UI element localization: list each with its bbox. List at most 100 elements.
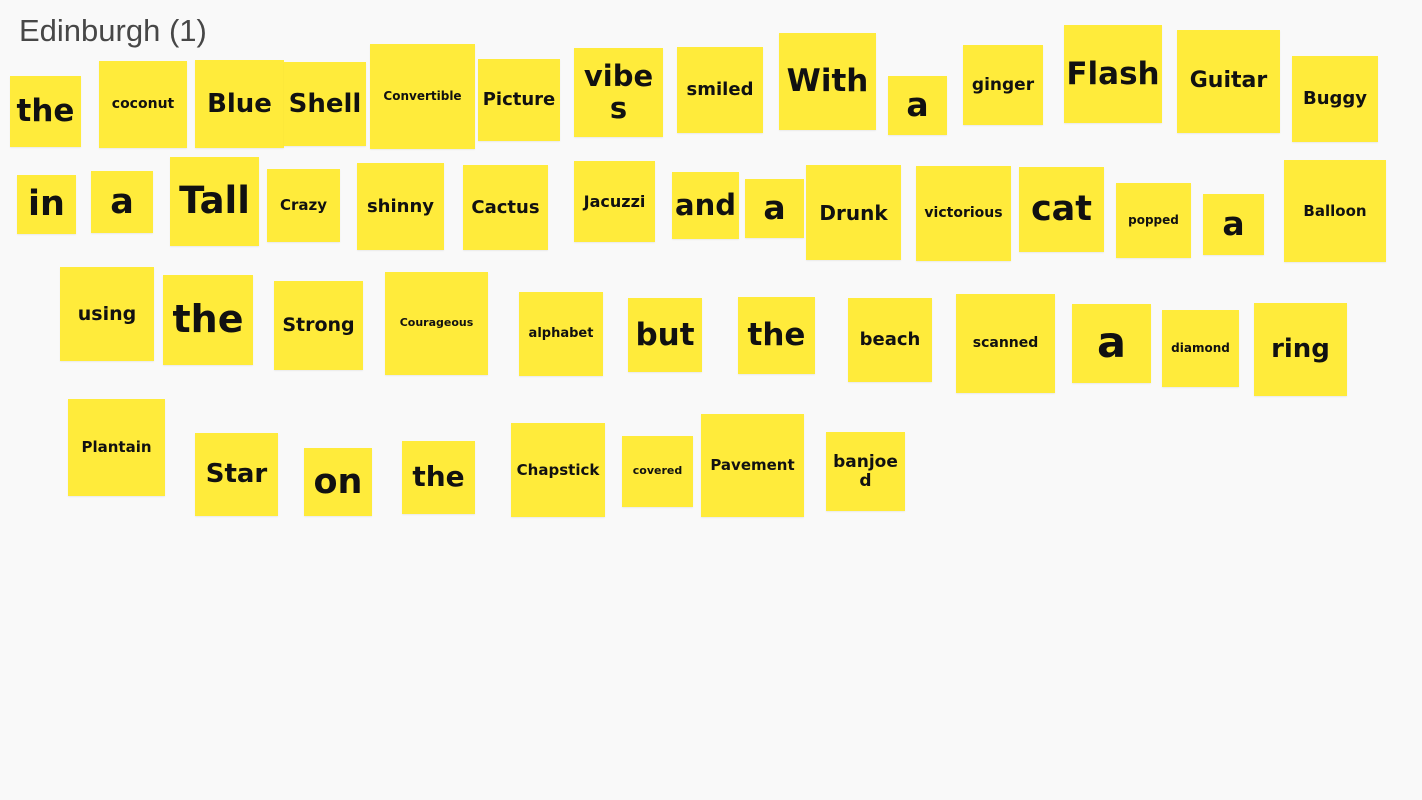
sticky-note-text: popped	[1128, 212, 1179, 227]
sticky-note-text: Star	[205, 459, 268, 490]
sticky-note-guitar[interactable]: Guitar	[1177, 30, 1280, 133]
sticky-note-text: in	[28, 184, 65, 225]
sticky-note-the-4[interactable]: the	[402, 441, 475, 514]
sticky-note-text: ginger	[971, 74, 1035, 95]
sticky-note-text: a	[110, 181, 134, 222]
sticky-note-drunk[interactable]: Drunk	[806, 165, 901, 260]
sticky-note-plantain[interactable]: Plantain	[68, 399, 165, 496]
sticky-note-ginger[interactable]: ginger	[963, 45, 1043, 125]
sticky-note-text: Strong	[282, 314, 355, 337]
sticky-note-star[interactable]: Star	[195, 433, 278, 516]
sticky-note-ring[interactable]: ring	[1254, 303, 1347, 396]
sticky-note-text: vibes	[583, 58, 654, 125]
sticky-note-flash[interactable]: Flash	[1064, 25, 1162, 123]
sticky-note-beach[interactable]: beach	[848, 298, 932, 382]
sticky-note-smiled[interactable]: smiled	[677, 47, 763, 133]
sticky-note-shell[interactable]: Shell	[284, 62, 366, 146]
sticky-note-text: the	[172, 297, 244, 342]
sticky-note-popped[interactable]: popped	[1116, 183, 1191, 258]
sticky-note-text: the	[747, 317, 806, 354]
sticky-note-courageous[interactable]: Courageous	[385, 272, 488, 375]
sticky-note-blue[interactable]: Blue	[195, 60, 284, 148]
sticky-note-a-2[interactable]: a	[91, 171, 153, 233]
sticky-note-text: Jacuzzi	[583, 191, 646, 211]
sticky-note-covered[interactable]: covered	[622, 436, 693, 507]
sticky-note-text: coconut	[111, 95, 175, 112]
sticky-note-crazy[interactable]: Crazy	[267, 169, 340, 242]
sticky-note-chapstick[interactable]: Chapstick	[511, 423, 605, 517]
sticky-note-the-2[interactable]: the	[163, 275, 253, 365]
sticky-note-text: alphabet	[528, 325, 594, 341]
sticky-note-text: Picture	[482, 89, 556, 111]
sticky-note-text: the	[412, 460, 465, 494]
sticky-note-picture[interactable]: Picture	[478, 59, 560, 141]
sticky-note-text: Balloon	[1303, 201, 1367, 220]
board-title: Edinburgh (1)	[19, 13, 207, 48]
sticky-note-balloon[interactable]: Balloon	[1284, 160, 1386, 262]
sticky-note-text: ring	[1271, 334, 1330, 365]
sticky-note-the-3[interactable]: the	[738, 297, 815, 374]
sticky-note-text: beach	[859, 329, 921, 351]
sticky-note-and[interactable]: and	[672, 172, 739, 239]
sticky-note-victorious[interactable]: victorious	[916, 166, 1011, 261]
sticky-note-but[interactable]: but	[628, 298, 702, 372]
sticky-note-shinny[interactable]: shinny	[357, 163, 444, 250]
sticky-note-using[interactable]: using	[60, 267, 154, 361]
sticky-note-alphabet[interactable]: alphabet	[519, 292, 603, 376]
sticky-note-a-4[interactable]: a	[1203, 194, 1264, 255]
sticky-note-the-1[interactable]: the	[10, 76, 81, 147]
sticky-note-text: Tall	[179, 179, 250, 223]
sticky-note-text: but	[635, 316, 695, 353]
sticky-note-diamond[interactable]: diamond	[1162, 310, 1239, 387]
sticky-note-strong[interactable]: Strong	[274, 281, 363, 370]
sticky-note-a-1[interactable]: a	[888, 76, 947, 135]
sticky-note-text: Chapstick	[516, 460, 600, 479]
sticky-note-text: and	[675, 187, 736, 222]
sticky-note-text: Blue	[207, 88, 272, 119]
sticky-note-cactus[interactable]: Cactus	[463, 165, 548, 250]
sticky-note-tall[interactable]: Tall	[170, 157, 259, 246]
sticky-note-text: Courageous	[399, 316, 474, 330]
sticky-note-text: smiled	[686, 79, 754, 101]
sticky-note-text: banjoed	[833, 451, 898, 491]
sticky-note-text: Shell	[288, 88, 362, 119]
sticky-note-on[interactable]: on	[304, 448, 372, 516]
sticky-note-text: Buggy	[1302, 88, 1368, 110]
sticky-note-text: Cactus	[471, 196, 540, 218]
sticky-note-a-3[interactable]: a	[745, 179, 804, 238]
sticky-note-text: scanned	[972, 334, 1039, 351]
sticky-note-jacuzzi[interactable]: Jacuzzi	[574, 161, 655, 242]
sticky-note-board[interactable]: Edinburgh (1) the coconut Blue Shell Convert…	[0, 0, 1422, 800]
sticky-note-text: on	[313, 461, 363, 502]
sticky-note-text: Drunk	[819, 200, 888, 225]
sticky-note-text: With	[786, 63, 869, 100]
sticky-note-text: cat	[1030, 189, 1093, 230]
sticky-note-text: a	[1222, 204, 1245, 244]
sticky-note-pavement[interactable]: Pavement	[701, 414, 804, 517]
sticky-note-convertible[interactable]: Convertible	[370, 44, 475, 149]
sticky-note-in[interactable]: in	[17, 175, 76, 234]
sticky-note-text: a	[906, 85, 929, 125]
sticky-note-banjoed[interactable]: banjoed	[826, 432, 905, 511]
sticky-note-text: using	[77, 302, 137, 325]
sticky-note-text: victorious	[924, 204, 1003, 221]
sticky-note-vibes[interactable]: vibes	[574, 48, 663, 137]
sticky-note-buggy[interactable]: Buggy	[1292, 56, 1378, 142]
sticky-note-a-5[interactable]: a	[1072, 304, 1151, 383]
sticky-note-text: Plantain	[81, 438, 152, 457]
sticky-note-coconut[interactable]: coconut	[99, 61, 187, 148]
sticky-note-text: the	[16, 93, 75, 130]
sticky-note-scanned[interactable]: scanned	[956, 294, 1055, 393]
sticky-note-text: a	[763, 188, 786, 228]
sticky-note-cat[interactable]: cat	[1019, 167, 1104, 252]
sticky-note-text: Guitar	[1189, 68, 1268, 94]
sticky-note-text: Crazy	[279, 196, 328, 215]
sticky-note-text: covered	[632, 464, 683, 478]
sticky-note-text: Convertible	[383, 88, 462, 103]
sticky-note-text: a	[1096, 317, 1127, 368]
sticky-note-text: Pavement	[710, 456, 795, 475]
sticky-note-with[interactable]: With	[779, 33, 876, 130]
sticky-note-text: diamond	[1171, 340, 1230, 355]
sticky-note-text: shinny	[366, 195, 435, 217]
sticky-note-text: Flash	[1066, 55, 1160, 92]
